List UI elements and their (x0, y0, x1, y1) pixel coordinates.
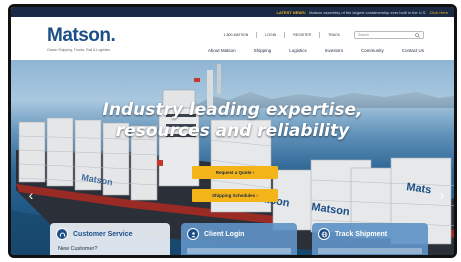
request-quote-button[interactable]: Request a Quote › (192, 166, 278, 179)
nav-investors[interactable]: Investors (325, 48, 343, 53)
main-nav: About Matson Shipping Logistics Investor… (208, 48, 424, 53)
customer-service-panel[interactable]: Customer Service New Customer? (50, 223, 170, 255)
nav-contact[interactable]: Contact Us (402, 48, 424, 53)
site-header: Matson. Ocean Shipping, Trucks, Rail & L… (11, 17, 454, 60)
nav-about[interactable]: About Matson (208, 48, 236, 53)
nav-logistics[interactable]: Logistics (289, 48, 307, 53)
divider (284, 32, 286, 38)
search-placeholder: Search (358, 33, 370, 37)
track-shipment-title: Track Shipment (335, 230, 388, 238)
logo-block[interactable]: Matson. Ocean Shipping, Trucks, Rail & L… (47, 25, 116, 52)
client-login-title: Client Login (204, 230, 245, 238)
track-shipment-panel[interactable]: Track Shipment (312, 223, 428, 255)
hero-headline: Industry leading expertise, resources an… (11, 100, 454, 142)
nav-community[interactable]: Community (361, 48, 384, 53)
headline-line-2: resources and reliability (115, 121, 350, 141)
utility-link-track[interactable]: TRACK (328, 33, 340, 37)
shipping-schedules-button[interactable]: Shipping Schedules › (192, 189, 278, 202)
utility-link-login[interactable]: LOGIN (265, 33, 276, 37)
utility-nav: 1-800-MATSON LOGIN REGISTER TRACK Search (223, 31, 424, 39)
news-more-link[interactable]: Click Here (430, 10, 448, 15)
login-field[interactable] (187, 248, 291, 254)
new-customer-link[interactable]: New Customer? (58, 246, 164, 252)
headline-line-1: Industry leading expertise, (102, 100, 363, 120)
panel-header: Customer Service (56, 228, 164, 240)
utility-link-phone[interactable]: 1-800-MATSON (223, 33, 248, 37)
nav-shipping[interactable]: Shipping (254, 48, 272, 53)
panel-header: Track Shipment (318, 228, 422, 240)
carousel-next-icon[interactable]: › (436, 187, 448, 203)
panel-header: Client Login (187, 228, 291, 240)
client-login-panel[interactable]: Client Login (181, 223, 297, 255)
utility-link-register[interactable]: REGISTER (293, 33, 311, 37)
news-bar: LATEST NEWS: Matson assembly of the larg… (11, 7, 454, 17)
divider (319, 32, 321, 38)
divider (256, 32, 258, 38)
user-icon (187, 228, 199, 240)
search-icon[interactable] (415, 32, 420, 38)
news-text: Matson assembly of the largest container… (309, 9, 427, 15)
search-input[interactable]: Search (354, 31, 424, 39)
tracking-field[interactable] (318, 248, 422, 254)
headset-icon (56, 228, 68, 240)
browser-frame: LATEST NEWS: Matson assembly of the larg… (8, 4, 457, 258)
news-tag: LATEST NEWS: (276, 9, 307, 15)
logo[interactable]: Matson. (47, 25, 116, 47)
tagline: Ocean Shipping, Trucks, Rail & Logistics (47, 48, 111, 52)
carousel-prev-icon[interactable]: ‹ (25, 187, 37, 203)
globe-icon (318, 228, 330, 240)
customer-service-title: Customer Service (73, 230, 133, 238)
